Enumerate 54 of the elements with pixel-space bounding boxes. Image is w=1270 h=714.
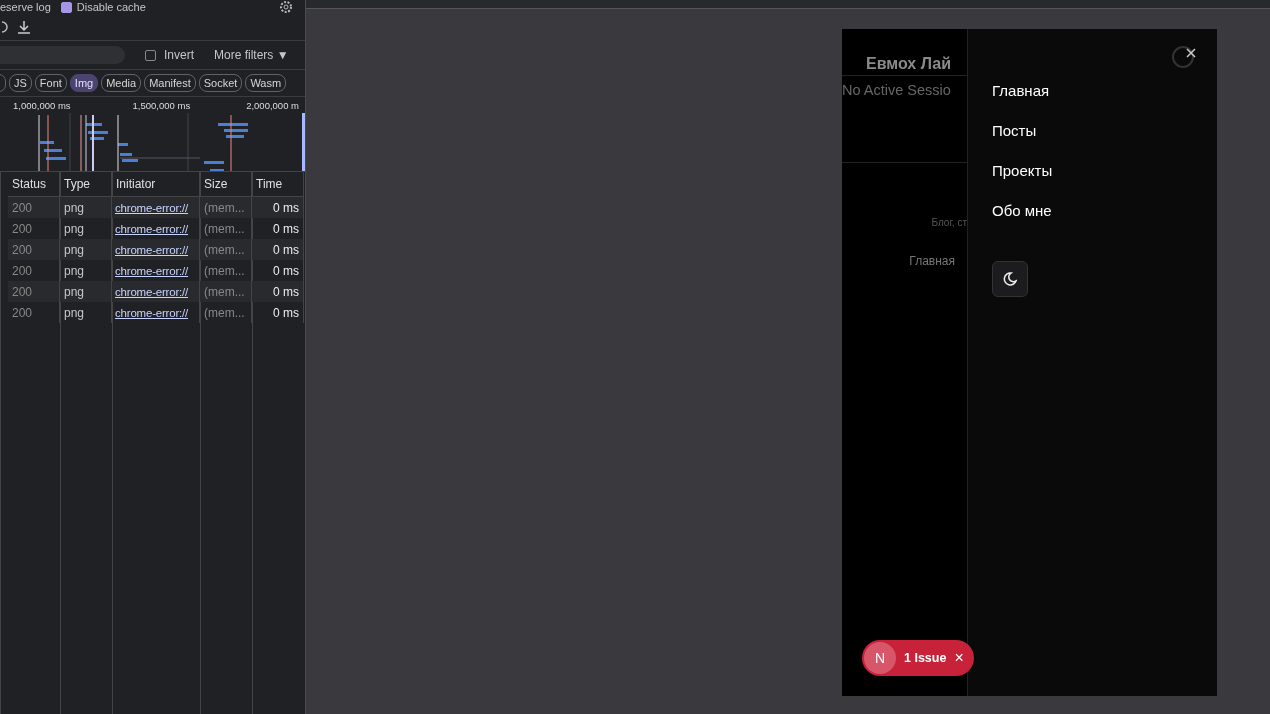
table-cell: png <box>60 302 112 323</box>
issues-badge[interactable]: N 1 Issue × <box>862 640 974 676</box>
initiator-link[interactable]: chrome-error:// <box>112 302 200 323</box>
initiator-link[interactable]: chrome-error:// <box>112 239 200 260</box>
table-cell: (mem... <box>200 239 252 260</box>
table-cell: 0 ms <box>252 239 304 260</box>
table-cell: 200 <box>8 302 60 323</box>
initiator-link[interactable]: chrome-error:// <box>112 281 200 302</box>
more-filters-dropdown[interactable]: More filters ▼ <box>214 48 289 62</box>
table-cell: (mem... <box>200 197 252 218</box>
menu-item[interactable]: Посты <box>992 119 1037 141</box>
site-title: Евмох Лай <box>865 54 952 74</box>
menu-item[interactable]: Главная <box>992 79 1050 101</box>
table-cell: 200 <box>8 281 60 302</box>
table-cell: png <box>60 281 112 302</box>
close-button[interactable]: × <box>954 649 964 667</box>
option-label: Disable cache <box>76 1 146 13</box>
table-cell: 200 <box>8 239 60 260</box>
issues-count: 1 Issue <box>904 651 947 665</box>
checkbox[interactable] <box>60 1 72 13</box>
tick-label: 1,000,000 ms <box>13 99 71 111</box>
tick-label: 1,500,000 ms <box>132 99 191 111</box>
filter-chip[interactable]: Img <box>69 74 99 92</box>
table-cell: 0 ms <box>252 197 304 218</box>
menu-item[interactable]: Обо мне <box>992 199 1052 221</box>
table-cell: (mem... <box>200 302 252 323</box>
table-cell: (mem... <box>200 281 252 302</box>
table-cell: 0 ms <box>252 302 304 323</box>
site-subtitle: Блог, ст <box>931 217 967 228</box>
tick-label: 2,000,000 m <box>246 99 299 111</box>
checkbox[interactable] <box>145 49 156 61</box>
filter-chip[interactable]: Font <box>34 74 67 92</box>
table-cell: png <box>60 239 112 260</box>
session-text: No Active Sessio <box>842 82 951 98</box>
filter-chip[interactable]: Media <box>101 74 142 92</box>
table-cell: 0 ms <box>252 281 304 302</box>
invert-label: Invert <box>164 48 194 62</box>
close-icon[interactable] <box>1171 43 1197 69</box>
footer-link[interactable]: Главная <box>909 254 955 268</box>
theme-toggle-button[interactable] <box>992 261 1028 297</box>
settings-icon[interactable] <box>279 0 293 14</box>
filter-chip[interactable]: Manifest <box>144 74 196 92</box>
reload-icon[interactable] <box>2 21 8 33</box>
table-cell: 200 <box>8 197 60 218</box>
option-label: eserve log <box>0 1 51 13</box>
filter-chip[interactable]: Socket <box>198 74 243 92</box>
filter-chip[interactable]: JS <box>9 74 32 92</box>
framework-letter: N <box>864 642 896 674</box>
menu-item[interactable]: Проекты <box>992 159 1053 181</box>
table-cell: png <box>60 197 112 218</box>
download-icon[interactable] <box>18 20 30 34</box>
filter-chip[interactable]: Wasm <box>245 74 287 92</box>
moon-icon <box>1003 272 1017 286</box>
initiator-link[interactable]: chrome-error:// <box>112 197 200 218</box>
